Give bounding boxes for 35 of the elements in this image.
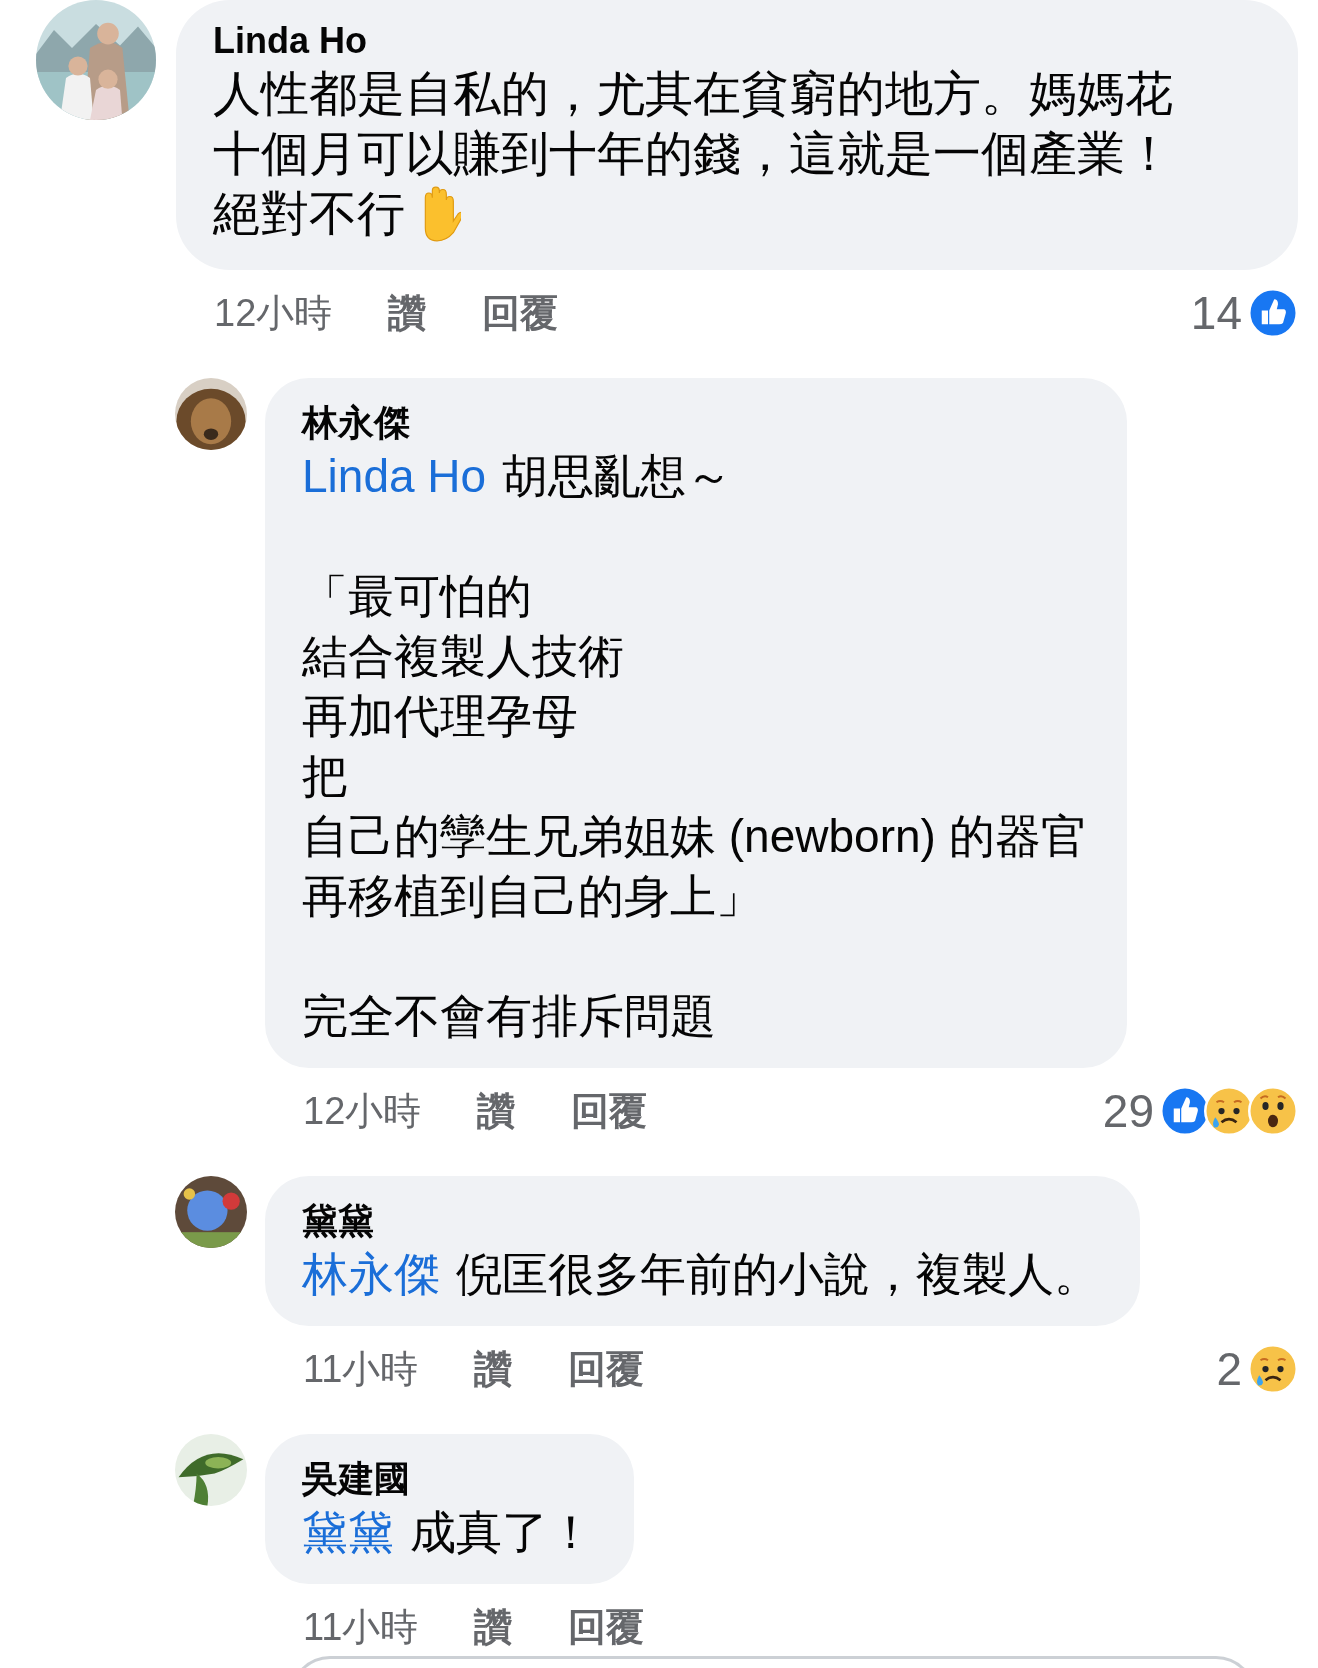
reply-text: 自己的孿生兄弟姐妹 (newborn) 的器官 — [302, 809, 1087, 864]
reply-text: 倪匡很多年前的小說，複製人。 — [456, 1247, 1100, 1302]
reply-link[interactable]: 回覆 — [482, 287, 559, 339]
mention-link[interactable]: 林永傑 — [302, 1244, 440, 1304]
author-name: Linda Ho — [213, 19, 368, 63]
author-name: 林永傑 — [302, 401, 411, 445]
reply-text: 成真了！ — [410, 1505, 594, 1560]
timestamp: 11小時 — [303, 1604, 419, 1650]
author-name: 黛黛 — [302, 1199, 375, 1243]
reply-link[interactable]: 回覆 — [568, 1601, 645, 1653]
like-link[interactable]: 讚 — [474, 1343, 513, 1395]
reply-text: 胡思亂想～ — [502, 449, 733, 504]
like-link[interactable]: 讚 — [477, 1085, 516, 1137]
reply-link[interactable]: 回覆 — [571, 1085, 648, 1137]
reply-text: 結合複製人技術 — [302, 629, 625, 684]
comment-text: 人性都是自私的，尤其在貧窮的地方。媽媽花 — [213, 66, 1173, 122]
comment-text: 十個月可以賺到十年的錢，這就是一個產業！ — [213, 126, 1173, 182]
like-link[interactable]: 讚 — [388, 287, 427, 339]
reply-text: 「最可怕的 — [302, 569, 533, 624]
reply-link[interactable]: 回覆 — [568, 1343, 645, 1395]
reply-text: 再移植到自己的身上」 — [302, 869, 763, 924]
reaction-count: 29 — [1102, 1084, 1154, 1138]
like-link[interactable]: 讚 — [474, 1601, 513, 1653]
timestamp: 11小時 — [303, 1346, 419, 1392]
reply-text: 把 — [302, 749, 349, 804]
mention-link[interactable]: Linda Ho — [302, 446, 487, 506]
reaction-count: 14 — [1190, 286, 1242, 340]
mention-link[interactable]: 黛黛 — [302, 1502, 394, 1562]
timestamp: 12小時 — [303, 1088, 422, 1134]
author-name: 吳建國 — [302, 1457, 411, 1501]
reaction-count: 2 — [1216, 1342, 1242, 1396]
reply-text: 完全不會有排斥問題 — [302, 989, 717, 1044]
reply-text: 再加代理孕母 — [302, 689, 579, 744]
timestamp: 12小時 — [214, 290, 333, 336]
comment-text: 絕對不行 — [213, 186, 405, 242]
